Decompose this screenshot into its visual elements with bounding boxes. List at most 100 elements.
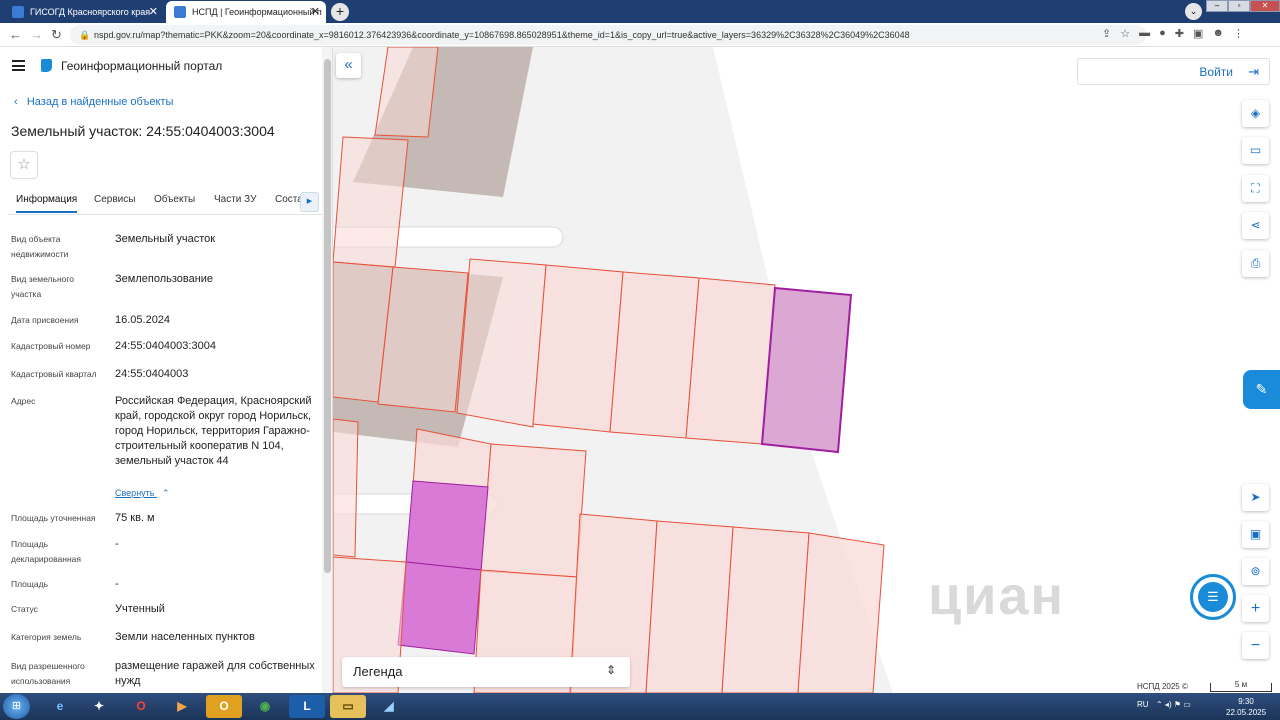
ie-icon[interactable]: e — [42, 695, 78, 718]
property-row: Площадь - — [11, 577, 316, 593]
land-parcel[interactable] — [685, 277, 776, 445]
collapse-address-link[interactable]: Свернуть ⌃ — [115, 488, 170, 499]
tab-search-icon[interactable]: ⌄ — [1185, 3, 1202, 20]
property-row: Площадь декларированная - — [11, 537, 316, 567]
app-icon[interactable]: ✦ — [81, 695, 117, 718]
chrome-icon[interactable]: ◉ — [247, 695, 283, 718]
portal-logo-icon — [41, 59, 52, 72]
tab-composition[interactable]: Соста — [275, 194, 303, 205]
window-close-icon[interactable]: ✕ — [1250, 0, 1280, 12]
tray-icons[interactable]: ⌃ ◂) ⚑ ▭ — [1156, 700, 1191, 709]
land-parcel[interactable] — [333, 136, 409, 268]
property-key: Адрес — [11, 396, 36, 406]
property-row: Кадастровый квартал 24:55:0404003 — [11, 367, 316, 383]
tab-information[interactable]: Информация — [16, 194, 78, 213]
land-parcel[interactable] — [721, 526, 810, 693]
lock-icon: 🔒 — [79, 30, 91, 40]
highlighted-land-parcel[interactable] — [405, 480, 489, 571]
scale-bar: 5 м — [1210, 680, 1272, 692]
back-arrow-icon[interactable]: ← — [9, 27, 22, 42]
property-row: Вид объекта недвижимости Земельный участ… — [11, 232, 316, 262]
maximize-icon[interactable]: ▫ — [1228, 0, 1250, 12]
land-parcel[interactable] — [609, 271, 700, 439]
sidepanel-icon[interactable]: ▣ — [1193, 27, 1203, 40]
sidebar-scrollbar[interactable] — [322, 47, 332, 693]
land-parcel[interactable] — [374, 47, 439, 138]
tab-land-parts[interactable]: Части ЗУ — [214, 194, 256, 205]
puzzle-icon[interactable]: ✚ — [1175, 27, 1184, 40]
back-to-results-link[interactable]: ‹ Назад в найденные объекты — [14, 96, 173, 108]
print-icon[interactable]: ⎙ — [1242, 250, 1269, 277]
tabs-scroll-right-icon[interactable]: ▶ — [300, 192, 319, 212]
url-text: nspd.gov.ru/map?thematic=PKK&zoom=20&coo… — [94, 30, 910, 40]
input-language[interactable]: RU — [1137, 700, 1149, 709]
collapse-label: Свернуть — [115, 488, 155, 498]
forward-arrow-icon[interactable]: → — [30, 27, 43, 42]
profile-icon[interactable]: ☻ — [1212, 27, 1224, 40]
outlook-icon[interactable]: O — [206, 695, 242, 718]
favorite-star-icon[interactable]: ☆ — [10, 151, 38, 179]
cian-watermark: циан — [928, 566, 1066, 626]
cadastral-map[interactable] — [333, 47, 1280, 693]
share-icon[interactable]: ⋖ — [1242, 212, 1269, 239]
property-value: Землепользование — [115, 273, 214, 285]
highlighted-land-parcel[interactable] — [397, 561, 482, 655]
zoom-out-icon[interactable]: − — [1242, 632, 1269, 659]
portal-title: Геоинформационный портал — [61, 59, 223, 73]
chevron-up-icon: ⌃ — [162, 488, 170, 498]
zoom-in-icon[interactable]: + — [1242, 595, 1269, 622]
area-select-icon[interactable]: ⛶ — [1242, 175, 1269, 202]
collapse-sidebar-button[interactable]: « — [336, 53, 361, 78]
lync-icon[interactable]: L — [289, 695, 325, 718]
property-value: - — [115, 538, 119, 550]
extension-icon[interactable]: ● — [1159, 27, 1166, 40]
clock-time: 9:30 — [1238, 697, 1254, 706]
selected-land-parcel[interactable] — [760, 286, 853, 454]
url-input[interactable]: 🔒 nspd.gov.ru/map?thematic=PKK&zoom=20&c… — [70, 25, 1146, 45]
share-icon[interactable]: ⇪ — [1102, 27, 1111, 40]
chat-button[interactable]: ☰ — [1190, 574, 1236, 620]
tab-services[interactable]: Сервисы — [94, 194, 135, 205]
bookmark-star-icon[interactable]: ☆ — [1120, 27, 1130, 40]
layers-icon[interactable]: ◈ — [1242, 100, 1269, 127]
map-canvas[interactable]: циан — [333, 47, 1280, 693]
opera-icon[interactable]: O — [123, 695, 159, 718]
tab-objects[interactable]: Объекты — [154, 194, 195, 205]
menu-dots-icon[interactable]: ⋮ — [1233, 27, 1244, 40]
land-parcel[interactable] — [377, 266, 469, 413]
feedback-badge-icon[interactable]: ✎ — [1243, 370, 1280, 409]
notes-icon[interactable]: ◢ — [371, 695, 407, 718]
land-parcel[interactable] — [480, 443, 587, 578]
explorer-folder-icon[interactable]: ▭ — [330, 695, 366, 718]
land-parcel[interactable] — [645, 520, 734, 693]
extension-icon[interactable]: ▬ — [1139, 27, 1150, 40]
new-tab-button[interactable]: + — [331, 3, 349, 21]
land-parcel[interactable] — [797, 532, 885, 693]
hamburger-menu-icon[interactable] — [12, 60, 25, 71]
browser-tab-gisogd[interactable]: ГИСОГД Красноярского края ✕ — [4, 1, 164, 23]
geolocation-pin-icon[interactable]: ⊚ — [1242, 558, 1269, 585]
land-parcel[interactable] — [532, 264, 624, 433]
start-button[interactable]: ⊞ — [3, 694, 30, 719]
ruler-icon[interactable]: ▭ — [1242, 137, 1269, 164]
land-parcel[interactable] — [333, 418, 359, 558]
reload-icon[interactable]: ↻ — [51, 27, 62, 43]
land-parcel[interactable] — [456, 258, 547, 428]
login-button[interactable]: Войти ⇥ — [1077, 58, 1270, 85]
minimize-icon[interactable]: – — [1206, 0, 1228, 12]
object-info-sidebar: Геоинформационный портал ‹ Назад в найде… — [0, 47, 333, 693]
media-player-icon[interactable]: ▶ — [164, 695, 200, 718]
minimap-icon[interactable]: ▣ — [1242, 521, 1269, 548]
property-key: Вид земельного участка — [11, 274, 75, 299]
taskbar-clock[interactable]: 9:30 22.05.2025 — [1226, 696, 1266, 718]
locate-icon[interactable]: ➤ — [1242, 484, 1269, 511]
close-tab-icon[interactable]: ✕ — [149, 5, 158, 18]
browser-tab-nspd[interactable]: НСПД | Геоинформационный п ✕ — [166, 1, 326, 23]
gisogd-favicon-icon — [12, 6, 24, 18]
browser-tab-title: НСПД | Геоинформационный п — [192, 7, 322, 17]
map-copyright: НСПД 2025 © — [1137, 682, 1188, 691]
legend-dropdown[interactable]: Легенда ⇕ — [342, 657, 630, 687]
close-tab-icon[interactable]: ✕ — [311, 5, 320, 18]
scrollbar-thumb[interactable] — [324, 59, 331, 573]
legend-label: Легенда — [353, 664, 403, 679]
